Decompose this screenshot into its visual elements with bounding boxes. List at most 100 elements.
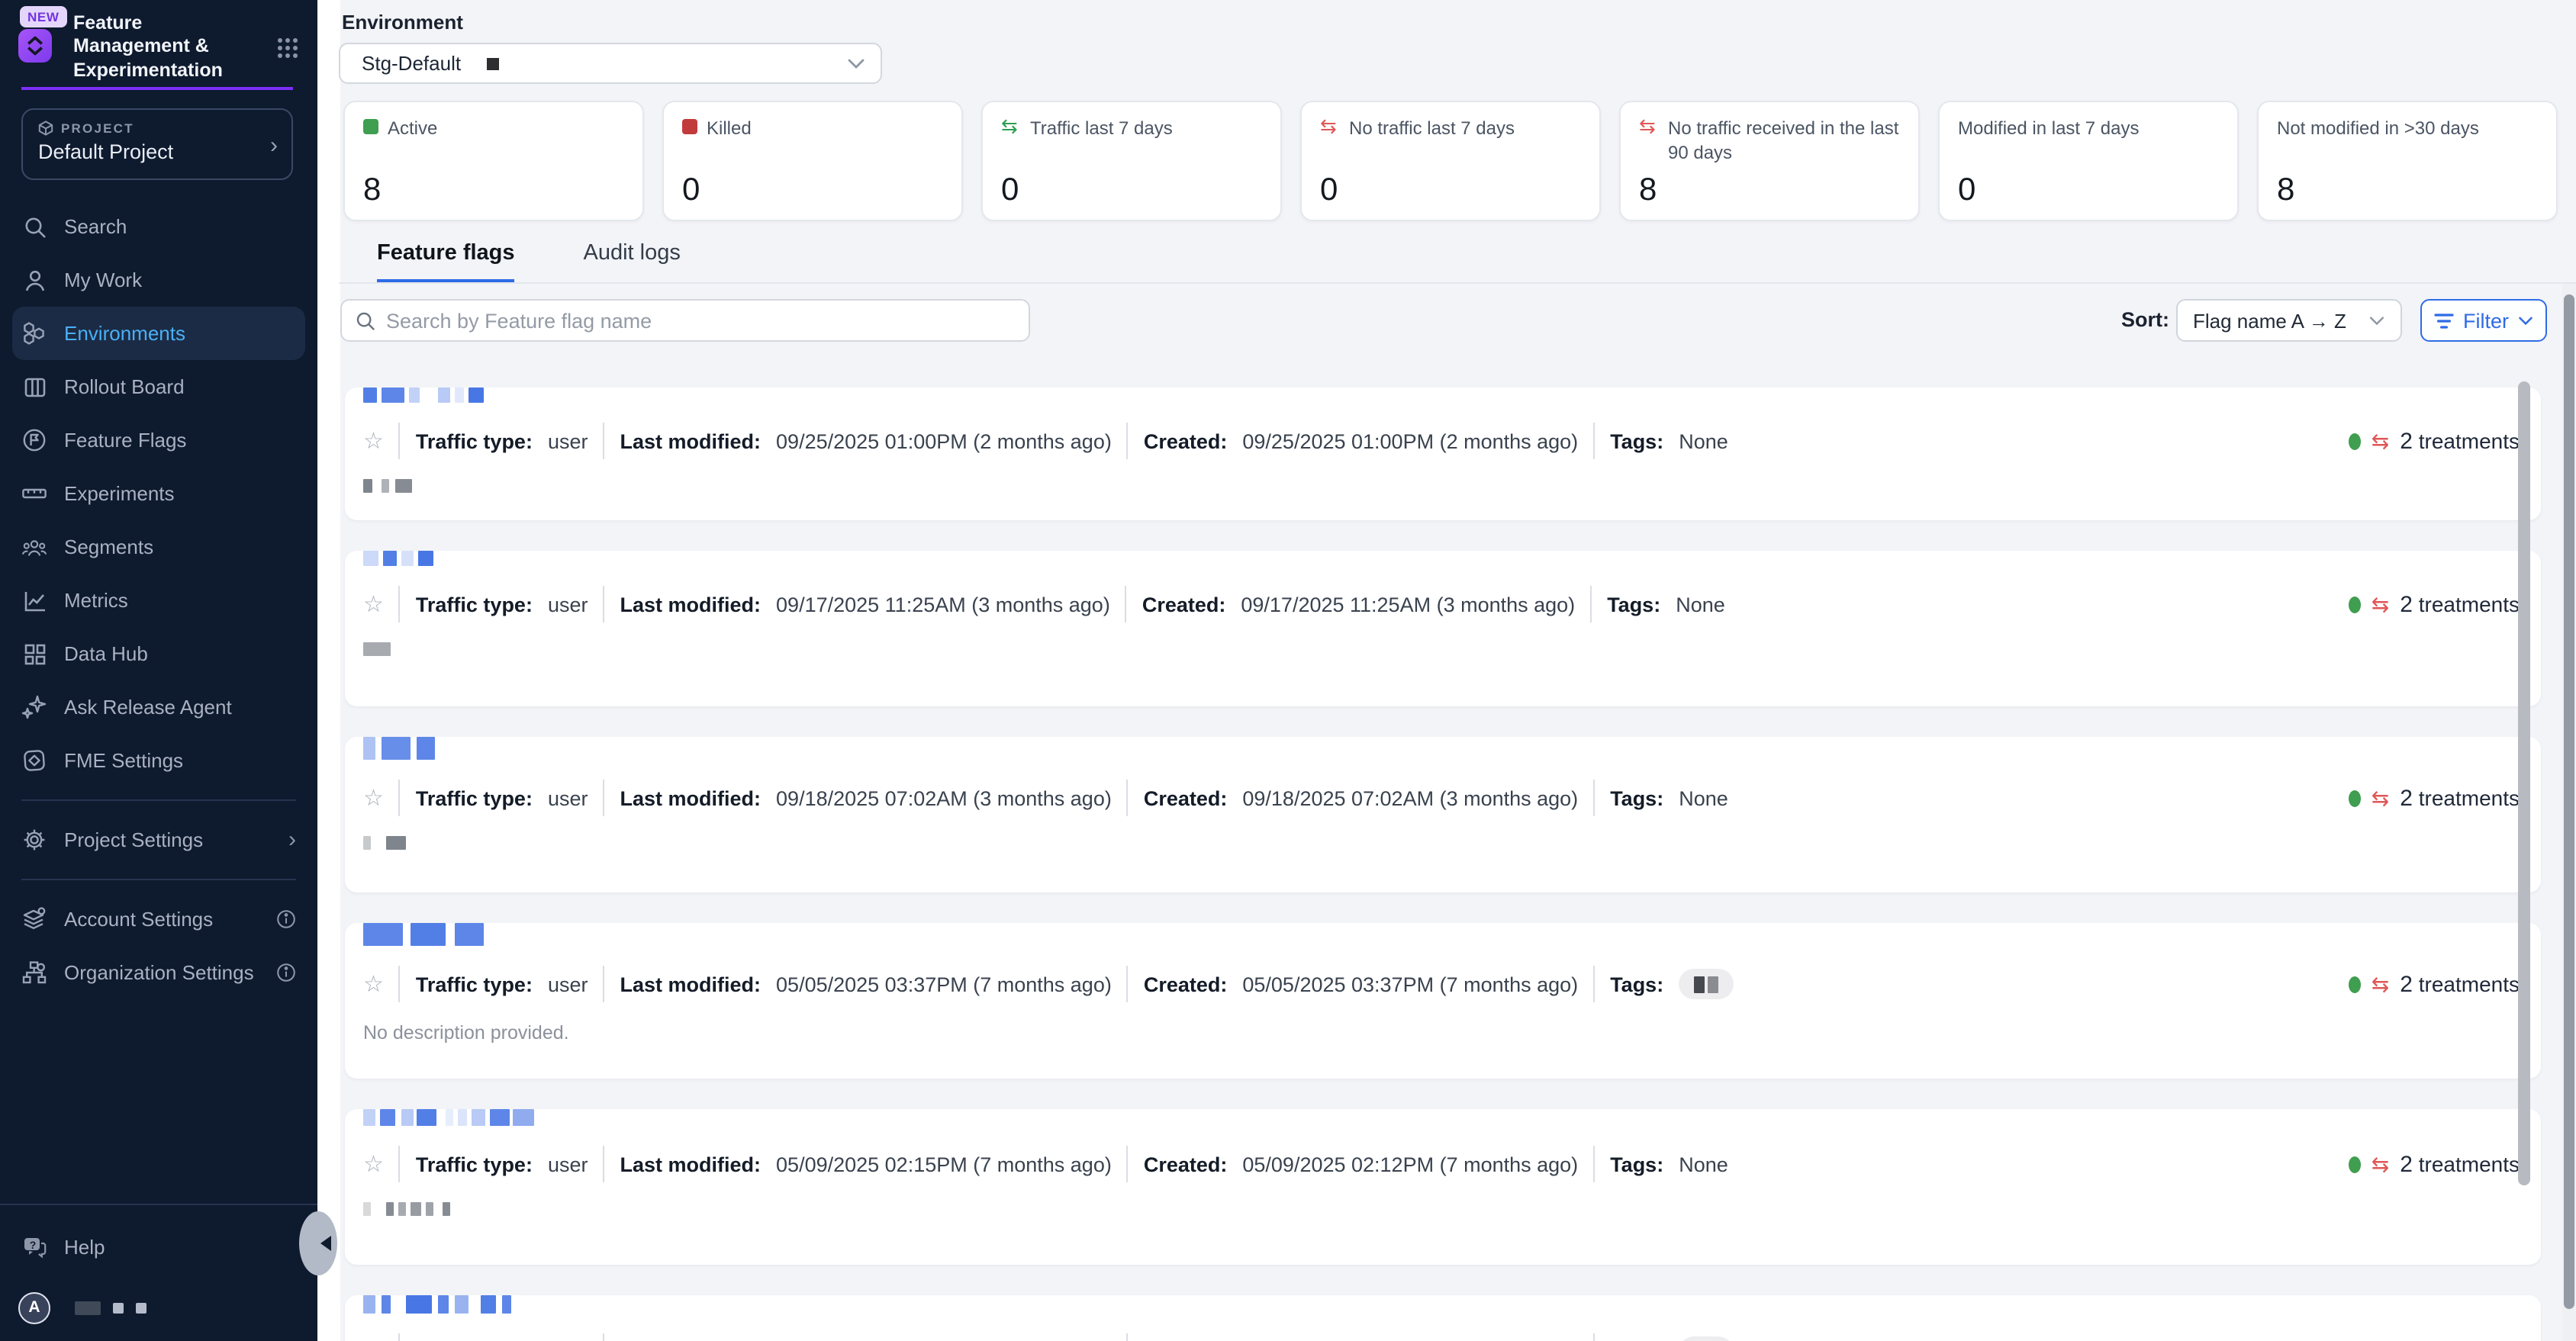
sidebar-item-label: Search: [64, 215, 127, 238]
description-blocks: [363, 1202, 450, 1216]
sidebar-item-search[interactable]: Search: [0, 200, 317, 253]
stat-card-value: 8: [2277, 172, 2294, 209]
environment-select[interactable]: Stg-Default: [339, 43, 882, 84]
sidebar-item-label: Account Settings: [64, 908, 213, 931]
avatar[interactable]: A: [18, 1291, 50, 1323]
tabs-underline-track: [339, 282, 2576, 284]
treatments-text: 2 treatments: [2400, 785, 2520, 811]
flag-name-redacted[interactable]: [363, 1295, 2541, 1314]
flag-name-redacted[interactable]: [363, 551, 2541, 566]
redacted-block: [481, 1295, 496, 1314]
stat-card-value: 0: [1001, 172, 1019, 209]
stat-card-4[interactable]: ⇆No traffic received in the last 90 days…: [1619, 101, 1920, 221]
redacted-tag-pill: [1679, 969, 1734, 999]
sidebar-item-experiments[interactable]: Experiments: [0, 467, 317, 520]
flag-name-blocks: [363, 1109, 534, 1126]
sidebar-item-help[interactable]: ? Help: [0, 1220, 317, 1274]
sidebar-item-label: FME Settings: [64, 749, 183, 772]
meta-divider: [604, 1333, 605, 1341]
last-modified-label: Last modified:: [620, 786, 762, 809]
page-scrollbar-thumb[interactable]: [2564, 294, 2574, 1309]
flag-row[interactable]: ☆Traffic type:userLast modified:09/25/20…: [345, 388, 2541, 520]
sidebar-item-ask-release-agent[interactable]: Ask Release Agent: [0, 680, 317, 734]
meta-divider: [1593, 1333, 1595, 1341]
flag-row[interactable]: ☆Traffic type:userLast modified:09/18/20…: [345, 737, 2541, 892]
meta-divider: [1127, 1146, 1129, 1182]
sidebar-item-metrics[interactable]: Metrics: [0, 574, 317, 627]
help-chat-icon: ?: [21, 1234, 47, 1260]
sidebar-collapse-handle[interactable]: [299, 1211, 337, 1275]
redacted-block: [363, 1202, 371, 1216]
stat-card-2[interactable]: ⇆Traffic last 7 days0: [981, 101, 1282, 221]
tab-feature-flags[interactable]: Feature flags: [377, 241, 515, 284]
flag-row[interactable]: ☆Traffic type:userLast modified:05/05/20…: [345, 923, 2541, 1079]
sidebar-item-data-hub[interactable]: Data Hub: [0, 627, 317, 680]
sidebar-item-organization-settings[interactable]: Organization Settings: [0, 946, 317, 999]
account-action-2[interactable]: [136, 1302, 147, 1313]
favorite-star-icon[interactable]: ☆: [363, 786, 384, 809]
favorite-star-icon[interactable]: ☆: [363, 593, 384, 616]
chevron-right-icon: ›: [270, 133, 278, 159]
stat-card-6[interactable]: Not modified in >30 days8: [2257, 101, 2558, 221]
app-grid-icon[interactable]: [276, 37, 299, 59]
account-action-1[interactable]: [113, 1302, 124, 1313]
status-dot-icon: [2349, 789, 2361, 806]
meta-divider: [399, 1333, 401, 1341]
tags-label: Tags:: [1610, 973, 1663, 995]
flag-description: [345, 479, 2541, 493]
chevron-down-icon: [2518, 315, 2533, 326]
chevron-down-icon: [2368, 315, 2385, 326]
project-selector[interactable]: PROJECT Default Project ›: [21, 108, 293, 180]
sidebar-item-feature-flags[interactable]: Feature Flags: [0, 413, 317, 467]
redacted-block: [363, 551, 378, 566]
sidebar-item-rollout-board[interactable]: Rollout Board: [0, 360, 317, 413]
favorite-star-icon[interactable]: ☆: [363, 973, 384, 995]
stat-card-1[interactable]: Killed0: [662, 101, 963, 221]
tabs: Feature flags Audit logs: [377, 241, 681, 284]
redacted-block: [386, 1202, 394, 1216]
sort-select[interactable]: Flag name A → Z: [2176, 299, 2402, 342]
search-input[interactable]: [386, 309, 1015, 332]
sidebar-item-my-work[interactable]: My Work: [0, 253, 317, 307]
flag-name-redacted[interactable]: [363, 737, 2541, 760]
sidebar-item-label: Metrics: [64, 589, 128, 612]
treatments-text: 2 treatments: [2400, 1151, 2520, 1177]
sidebar-item-fme-settings[interactable]: FME Settings: [0, 734, 317, 787]
status-square-icon: [363, 119, 378, 134]
favorite-star-icon[interactable]: ☆: [363, 1153, 384, 1175]
favorite-star-icon[interactable]: ☆: [363, 429, 384, 452]
flag-name-redacted[interactable]: [363, 923, 2541, 946]
sidebar-item-segments[interactable]: Segments: [0, 520, 317, 574]
flag-row[interactable]: ☆Traffic type:userLast modified:05/09/20…: [345, 1109, 2541, 1265]
tab-audit-logs[interactable]: Audit logs: [584, 241, 681, 284]
flag-name-redacted[interactable]: [363, 388, 2541, 403]
redacted-environment-tag: [487, 57, 499, 69]
created-value: 09/18/2025 07:02AM (3 months ago): [1242, 786, 1578, 809]
environment-selected-value: Stg-Default: [362, 52, 461, 75]
list-scrollbar-thumb[interactable]: [2518, 381, 2530, 1185]
stat-card-label: No traffic received in the last 90 days: [1668, 116, 1900, 166]
flag-name-redacted[interactable]: [363, 1109, 2541, 1126]
status-dot-icon: [2349, 433, 2361, 449]
sidebar-item-environments[interactable]: Environments: [12, 307, 305, 360]
meta-divider: [1125, 586, 1127, 622]
stat-card-value: 0: [682, 172, 700, 209]
flag-row[interactable]: ☆Traffic type:userLast modified:05/05/20…: [345, 1295, 2541, 1341]
flag-search[interactable]: [340, 299, 1030, 342]
sidebar-item-project-settings[interactable]: Project Settings›: [0, 813, 317, 867]
stat-card-value: 8: [363, 172, 381, 209]
redacted-block: [363, 642, 391, 656]
filter-button[interactable]: Filter: [2420, 299, 2547, 342]
redacted-block: [490, 1109, 510, 1126]
swap-arrows-icon: ⇆: [2372, 1153, 2389, 1175]
traffic-type-label: Traffic type:: [416, 786, 533, 809]
meta-divider: [604, 1146, 605, 1182]
stat-card-0[interactable]: Active8: [343, 101, 644, 221]
flag-meta-line: ☆Traffic type:userLast modified:09/18/20…: [345, 780, 2541, 816]
stat-card-3[interactable]: ⇆No traffic last 7 days0: [1300, 101, 1601, 221]
stat-card-5[interactable]: Modified in last 7 days0: [1938, 101, 2239, 221]
treatments-summary: ⇆2 treatments: [2349, 971, 2520, 997]
chevron-right-icon: ›: [288, 827, 296, 853]
sidebar-item-account-settings[interactable]: Account Settings: [0, 892, 317, 946]
flag-row[interactable]: ☆Traffic type:userLast modified:09/17/20…: [345, 551, 2541, 706]
